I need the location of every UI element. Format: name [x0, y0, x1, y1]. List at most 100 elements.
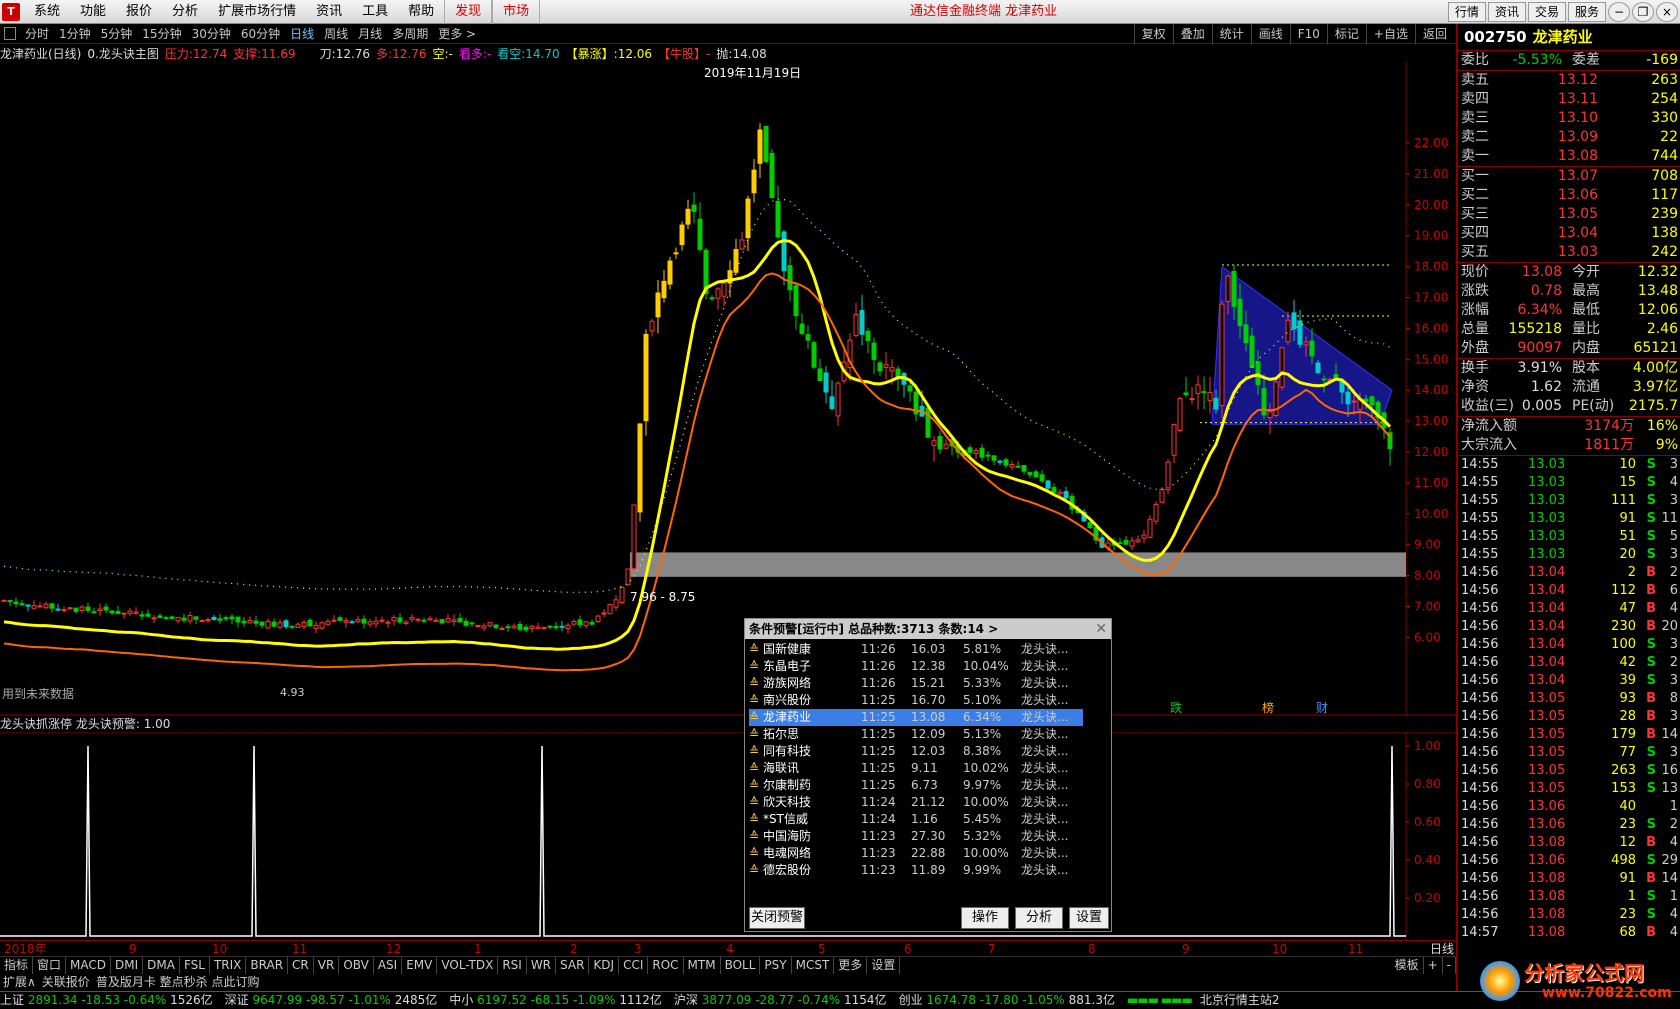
tab-mcst[interactable]: MCST [792, 957, 835, 974]
tab-sar[interactable]: SAR [556, 957, 590, 974]
tab-kdj[interactable]: KDJ [589, 957, 620, 974]
alert-list-item[interactable]: ≙ 海联讯 11:25 9.11 10.02% 龙头诀... [749, 760, 1083, 777]
alert-list-item[interactable]: ≙ 同有科技 11:25 12.03 8.38% 龙头诀... [749, 743, 1083, 760]
menu-help[interactable]: 帮助 [398, 0, 444, 24]
mark-button[interactable]: 标记 [1326, 24, 1366, 44]
menu-discover[interactable]: 发现 [444, 0, 493, 24]
alert-list-item[interactable]: ≙ *ST信威 11:24 1.16 5.45% 龙头诀... [749, 811, 1083, 828]
tab-trix[interactable]: TRIX [210, 957, 247, 974]
period-tab-daily[interactable]: 日线 [285, 24, 319, 44]
formula-name[interactable]: 0.龙头诀主图 [87, 45, 158, 63]
overlay-button[interactable]: 叠加 [1172, 24, 1212, 44]
tab-fsl[interactable]: FSL [180, 957, 210, 974]
zoom-out-button[interactable]: - [1443, 957, 1456, 974]
dialog-close-icon[interactable]: ✕ [1095, 619, 1107, 639]
back-button[interactable]: 返回 [1414, 24, 1454, 44]
quote-button[interactable]: 行情 [1447, 2, 1486, 22]
alert-indicator-chart[interactable]: 1.00 0.80 0.60 0.40 0.20 [0, 732, 1456, 940]
menu-news[interactable]: 资讯 [306, 0, 352, 24]
restore-icon[interactable]: ❐ [1632, 2, 1654, 22]
close-alert-button[interactable]: 关闭预警 [749, 907, 805, 929]
tab-psy[interactable]: PSY [760, 957, 792, 974]
tab-more[interactable]: 更多 [834, 957, 868, 974]
tab-dma[interactable]: DMA [143, 957, 180, 974]
adjust-button[interactable]: 复权 [1133, 24, 1173, 44]
menu-quote[interactable]: 报价 [116, 0, 162, 24]
promo-link[interactable]: 普及版月卡 整点秒杀 点此订购 [93, 974, 263, 991]
tab-indicator[interactable]: 指标 [0, 957, 34, 974]
service-button[interactable]: 服务 [1567, 2, 1606, 22]
minimize-icon[interactable]: − [1608, 2, 1630, 22]
tab-vol-tdx[interactable]: VOL-TDX [437, 957, 499, 974]
menu-market[interactable]: 市场 [492, 0, 541, 24]
tab-related-quote[interactable]: 关联报价 [39, 974, 93, 991]
settings-button[interactable]: 设置 [1069, 907, 1109, 929]
statistics-button[interactable]: 统计 [1211, 24, 1251, 44]
tab-extend[interactable]: 扩展∧ [0, 974, 39, 991]
index-shenzhen[interactable]: 深证 9647.99 -98.57 -1.01% 2485亿 [225, 992, 438, 1009]
draw-line-button[interactable]: 画线 [1250, 24, 1290, 44]
tab-mtm[interactable]: MTM [684, 957, 721, 974]
tab-settings[interactable]: 设置 [867, 957, 901, 974]
menu-extended-market[interactable]: 扩展市场行情 [208, 0, 306, 24]
tab-obv[interactable]: OBV [339, 957, 374, 974]
period-tab-multi[interactable]: 多周期 [387, 24, 433, 44]
index-shanghai[interactable]: 上证 2891.34 -18.53 -0.64% 1526亿 [0, 992, 213, 1009]
tab-wr[interactable]: WR [527, 957, 557, 974]
tab-cci[interactable]: CCI [619, 957, 649, 974]
tab-macd[interactable]: MACD [66, 957, 112, 974]
dialog-title[interactable]: 条件预警[运行中] 总品种数:3713 条数:14 > [745, 619, 1111, 639]
tab-cr[interactable]: CR [288, 957, 314, 974]
alert-list-item[interactable]: ≙ 国新健康 11:26 16.03 5.81% 龙头诀... [749, 641, 1083, 658]
period-tab-60min[interactable]: 60分钟 [236, 24, 285, 44]
add-watchlist-button[interactable]: +自选 [1365, 24, 1415, 44]
tab-dmi[interactable]: DMI [111, 957, 144, 974]
alert-list-item[interactable]: ≙ 拓尔思 11:25 12.09 5.13% 龙头诀... [749, 726, 1083, 743]
index-sme[interactable]: 中小 6197.52 -68.15 -1.09% 1112亿 [449, 992, 662, 1009]
menu-analysis[interactable]: 分析 [162, 0, 208, 24]
trade-button[interactable]: 交易 [1527, 2, 1566, 22]
tab-emv[interactable]: EMV [402, 957, 438, 974]
menu-function[interactable]: 功能 [70, 0, 116, 24]
period-tab-30min[interactable]: 30分钟 [187, 24, 236, 44]
analyze-button[interactable]: 分析 [1015, 907, 1063, 929]
period-tab-5min[interactable]: 5分钟 [96, 24, 138, 44]
alert-list-item[interactable]: ≙ 尔康制药 11:25 6.73 9.97% 龙头诀... [749, 777, 1083, 794]
tab-rsi[interactable]: RSI [498, 957, 527, 974]
alert-list-item[interactable]: ≙ 东晶电子 11:26 12.38 10.04% 龙头诀... [749, 658, 1083, 675]
menu-system[interactable]: 系统 [24, 0, 70, 24]
tab-boll[interactable]: BOLL [721, 957, 761, 974]
zoom-in-button[interactable]: + [1424, 957, 1443, 974]
alert-list-item[interactable]: ≙ 电魂网络 11:23 22.88 10.00% 龙头诀... [749, 845, 1083, 862]
menu-tools[interactable]: 工具 [352, 0, 398, 24]
alert-list-item[interactable]: ≙ 南兴股份 11:25 16.70 5.10% 龙头诀... [749, 692, 1083, 709]
period-tab-intraday[interactable]: 分时 [20, 24, 54, 44]
operate-button[interactable]: 操作 [961, 907, 1009, 929]
tab-asi[interactable]: ASI [374, 957, 403, 974]
alert-list-item[interactable]: ≙ 德宏股份 11:23 11.89 9.99% 龙头诀... [749, 862, 1083, 879]
app-logo-icon[interactable]: T [2, 3, 20, 21]
index-chinext[interactable]: 创业 1674.78 -17.80 -1.05% 881.3亿 [899, 992, 1115, 1009]
period-tab-more[interactable]: 更多 > [433, 24, 481, 44]
server-name[interactable]: 北京行情主站2 [1200, 992, 1280, 1009]
news-button[interactable]: 资讯 [1487, 2, 1526, 22]
tab-vr[interactable]: VR [314, 957, 340, 974]
panel-toggle-icon[interactable] [4, 27, 16, 40]
tab-window[interactable]: 窗口 [33, 957, 67, 974]
period-tab-weekly[interactable]: 周线 [319, 24, 353, 44]
tab-brar[interactable]: BRAR [246, 957, 289, 974]
period-tab-15min[interactable]: 15分钟 [137, 24, 186, 44]
alert-list-item[interactable]: ≙ 欣天科技 11:24 21.12 10.00% 龙头诀... [749, 794, 1083, 811]
tab-roc[interactable]: ROC [648, 957, 684, 974]
close-icon[interactable]: × [1656, 2, 1678, 22]
alert-list-item[interactable]: ≙ 龙津药业 11:25 13.08 6.34% 龙头诀... [749, 709, 1083, 726]
alert-list-item[interactable]: ≙ 中国海防 11:23 27.30 5.32% 龙头诀... [749, 828, 1083, 845]
candlestick-chart[interactable]: 22.00 21.00 20.00 19.00 18.00 17.00 16.00 15.00… [0, 62, 1456, 716]
sub-chart-title[interactable]: 龙头诀抓涨停 [0, 717, 72, 731]
template-button[interactable]: 模板 [1391, 957, 1424, 974]
period-tab-1min[interactable]: 1分钟 [54, 24, 96, 44]
alert-list-item[interactable]: ≙ 游族网络 11:26 15.21 5.33% 龙头诀... [749, 675, 1083, 692]
f10-button[interactable]: F10 [1289, 24, 1327, 44]
period-tab-monthly[interactable]: 月线 [353, 24, 387, 44]
index-hs300[interactable]: 沪深 3877.09 -28.77 -0.74% 1154亿 [674, 992, 887, 1009]
